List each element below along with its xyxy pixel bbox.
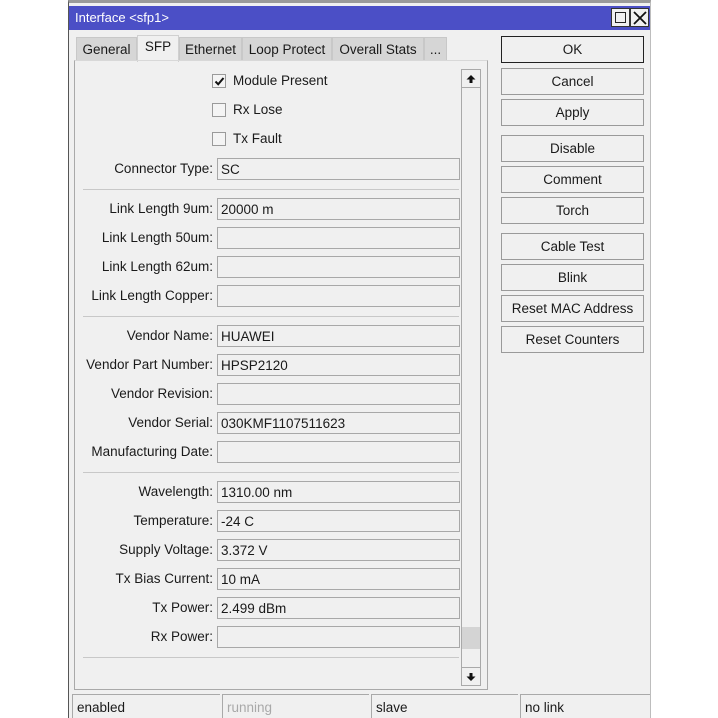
link-length-copper-row: Link Length Copper: xyxy=(75,285,463,307)
reset-counters-button[interactable]: Reset Counters xyxy=(501,326,644,353)
connector-type-label: Connector Type: xyxy=(114,161,213,176)
tx-fault-checkbox[interactable]: Tx Fault xyxy=(212,131,372,149)
module-present-label: Module Present xyxy=(233,73,328,88)
status-role: slave xyxy=(371,694,518,718)
separator xyxy=(83,657,459,658)
checkbox-box[interactable] xyxy=(212,132,226,146)
separator xyxy=(83,189,459,190)
temperature-label: Temperature: xyxy=(133,513,213,528)
supply-voltage-label: Supply Voltage: xyxy=(119,542,213,557)
ok-button[interactable]: OK xyxy=(501,36,644,63)
link-length-copper-label: Link Length Copper: xyxy=(91,288,213,303)
vendor-part-number-row: Vendor Part Number: HPSP2120 xyxy=(75,354,463,376)
checkbox-box[interactable] xyxy=(212,103,226,117)
vertical-scrollbar[interactable] xyxy=(461,69,481,686)
wavelength-label: Wavelength: xyxy=(138,484,213,499)
status-bar: enabled running slave no link xyxy=(69,694,650,718)
close-button[interactable] xyxy=(630,8,649,27)
wavelength-row: Wavelength: 1310.00 nm xyxy=(75,481,463,503)
link-length-copper-field[interactable] xyxy=(217,285,460,307)
tab-sfp[interactable]: SFP xyxy=(137,35,179,62)
vendor-revision-field[interactable] xyxy=(217,383,460,405)
checkmark-icon xyxy=(214,77,225,86)
rx-power-label: Rx Power: xyxy=(150,629,213,644)
reset-mac-address-button[interactable]: Reset MAC Address xyxy=(501,295,644,322)
manufacturing-date-row: Manufacturing Date: xyxy=(75,441,463,463)
supply-voltage-field[interactable]: 3.372 V xyxy=(217,539,460,561)
checkbox-box[interactable] xyxy=(212,74,226,88)
interface-window: Interface <sfp1> General SFP Ethernet Lo… xyxy=(68,0,651,718)
maximize-button[interactable] xyxy=(611,8,630,27)
tx-bias-current-field[interactable]: 10 mA xyxy=(217,568,460,590)
tab-more[interactable]: ... xyxy=(424,37,447,61)
supply-voltage-row: Supply Voltage: 3.372 V xyxy=(75,539,463,561)
apply-button[interactable]: Apply xyxy=(501,99,644,126)
tx-bias-current-label: Tx Bias Current: xyxy=(115,571,213,586)
link-length-9um-row: Link Length 9um: 20000 m xyxy=(75,198,463,220)
wavelength-field[interactable]: 1310.00 nm xyxy=(217,481,460,503)
link-length-50um-row: Link Length 50um: xyxy=(75,227,463,249)
vendor-revision-label: Vendor Revision: xyxy=(110,386,213,401)
vendor-name-label: Vendor Name: xyxy=(126,328,213,343)
vendor-part-number-label: Vendor Part Number: xyxy=(86,357,213,372)
tx-power-field[interactable]: 2.499 dBm xyxy=(217,597,460,619)
title-bar[interactable]: Interface <sfp1> xyxy=(69,6,650,30)
status-enabled: enabled xyxy=(72,694,220,718)
rx-power-row: Rx Power: xyxy=(75,626,463,648)
tab-ethernet[interactable]: Ethernet xyxy=(179,37,242,61)
connector-type-field[interactable]: SC xyxy=(217,158,460,180)
tab-overall-stats[interactable]: Overall Stats xyxy=(332,37,424,61)
tab-loop-protect[interactable]: Loop Protect xyxy=(242,37,332,61)
scroll-thumb[interactable] xyxy=(462,627,480,650)
arrow-up-icon xyxy=(466,75,476,83)
temperature-field[interactable]: -24 C xyxy=(217,510,460,532)
window-title: Interface <sfp1> xyxy=(75,10,169,25)
link-length-62um-label: Link Length 62um: xyxy=(101,259,213,274)
sfp-panel: Module Present Rx Lose Tx Fault Connecto… xyxy=(74,60,488,690)
connector-type-row: Connector Type: SC xyxy=(75,158,463,180)
scroll-up-button[interactable] xyxy=(462,70,480,88)
scroll-down-button[interactable] xyxy=(462,667,480,685)
tx-fault-label: Tx Fault xyxy=(233,131,282,146)
vendor-name-row: Vendor Name: HUAWEI xyxy=(75,325,463,347)
separator xyxy=(83,472,459,473)
cable-test-button[interactable]: Cable Test xyxy=(501,233,644,260)
link-length-62um-field[interactable] xyxy=(217,256,460,278)
close-icon xyxy=(633,11,647,25)
arrow-down-icon xyxy=(466,673,476,681)
vendor-serial-field[interactable]: 030KMF1107511623 xyxy=(217,412,460,434)
status-running: running xyxy=(222,694,369,718)
status-link: no link xyxy=(520,694,650,718)
rx-lose-checkbox[interactable]: Rx Lose xyxy=(212,102,372,120)
separator xyxy=(83,316,459,317)
temperature-row: Temperature: -24 C xyxy=(75,510,463,532)
disable-button[interactable]: Disable xyxy=(501,135,644,162)
link-length-50um-field[interactable] xyxy=(217,227,460,249)
tx-power-row: Tx Power: 2.499 dBm xyxy=(75,597,463,619)
tab-general[interactable]: General xyxy=(76,37,137,61)
rx-power-field[interactable] xyxy=(217,626,460,648)
vendor-serial-label: Vendor Serial: xyxy=(128,415,213,430)
manufacturing-date-label: Manufacturing Date: xyxy=(91,444,213,459)
comment-button[interactable]: Comment xyxy=(501,166,644,193)
link-length-50um-label: Link Length 50um: xyxy=(101,230,213,245)
link-length-9um-label: Link Length 9um: xyxy=(109,201,213,216)
vendor-part-number-field[interactable]: HPSP2120 xyxy=(217,354,460,376)
torch-button[interactable]: Torch xyxy=(501,197,644,224)
tx-bias-current-row: Tx Bias Current: 10 mA xyxy=(75,568,463,590)
module-present-checkbox[interactable]: Module Present xyxy=(212,73,372,91)
vendor-revision-row: Vendor Revision: xyxy=(75,383,463,405)
rx-lose-label: Rx Lose xyxy=(233,102,283,117)
maximize-icon xyxy=(615,12,626,23)
blink-button[interactable]: Blink xyxy=(501,264,644,291)
link-length-9um-field[interactable]: 20000 m xyxy=(217,198,460,220)
vendor-name-field[interactable]: HUAWEI xyxy=(217,325,460,347)
manufacturing-date-field[interactable] xyxy=(217,441,460,463)
link-length-62um-row: Link Length 62um: xyxy=(75,256,463,278)
cancel-button[interactable]: Cancel xyxy=(501,68,644,95)
tx-power-label: Tx Power: xyxy=(152,600,213,615)
vendor-serial-row: Vendor Serial: 030KMF1107511623 xyxy=(75,412,463,434)
